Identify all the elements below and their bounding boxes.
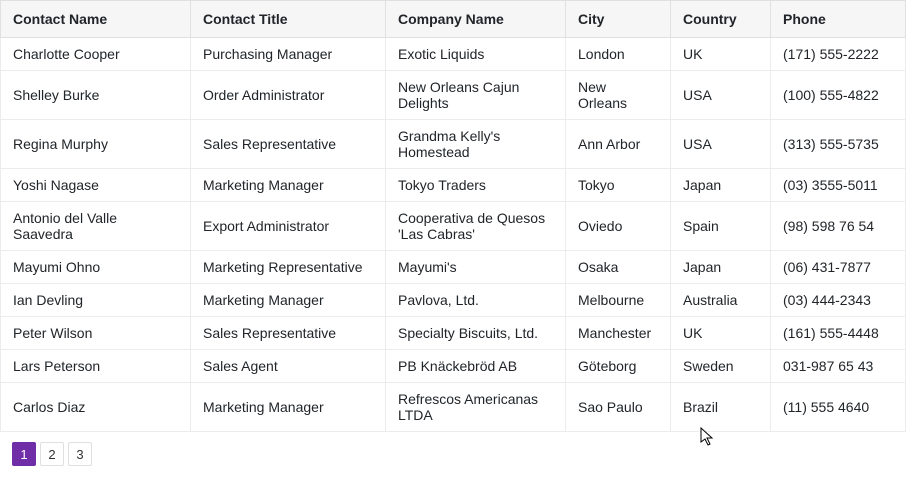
table-row[interactable]: Regina MurphySales RepresentativeGrandma… — [1, 120, 906, 169]
cell-country: USA — [671, 120, 771, 169]
table-row[interactable]: Yoshi NagaseMarketing ManagerTokyo Trade… — [1, 169, 906, 202]
column-header-phone[interactable]: Phone — [771, 1, 906, 38]
cell-country: Brazil — [671, 383, 771, 432]
cell-city: Sao Paulo — [566, 383, 671, 432]
cell-name: Regina Murphy — [1, 120, 191, 169]
contacts-table: Contact Name Contact Title Company Name … — [0, 0, 906, 432]
cell-country: UK — [671, 317, 771, 350]
cell-city: Oviedo — [566, 202, 671, 251]
cell-company: PB Knäckebröd AB — [386, 350, 566, 383]
table-row[interactable]: Carlos DiazMarketing ManagerRefrescos Am… — [1, 383, 906, 432]
cell-country: Japan — [671, 169, 771, 202]
page-button-2[interactable]: 2 — [40, 442, 64, 466]
cell-name: Yoshi Nagase — [1, 169, 191, 202]
table-row[interactable]: Ian DevlingMarketing ManagerPavlova, Ltd… — [1, 284, 906, 317]
cell-phone: (100) 555-4822 — [771, 71, 906, 120]
cell-title: Export Administrator — [191, 202, 386, 251]
table-row[interactable]: Lars PetersonSales AgentPB Knäckebröd AB… — [1, 350, 906, 383]
cell-title: Purchasing Manager — [191, 38, 386, 71]
cell-company: Refrescos Americanas LTDA — [386, 383, 566, 432]
column-header-city[interactable]: City — [566, 1, 671, 38]
page-button-1[interactable]: 1 — [12, 442, 36, 466]
table-row[interactable]: Peter WilsonSales RepresentativeSpecialt… — [1, 317, 906, 350]
cell-phone: (11) 555 4640 — [771, 383, 906, 432]
column-header-title[interactable]: Contact Title — [191, 1, 386, 38]
cell-city: Osaka — [566, 251, 671, 284]
cell-title: Sales Agent — [191, 350, 386, 383]
cell-city: New Orleans — [566, 71, 671, 120]
cell-country: Australia — [671, 284, 771, 317]
cell-name: Antonio del Valle Saavedra — [1, 202, 191, 251]
cell-name: Ian Devling — [1, 284, 191, 317]
cell-company: Exotic Liquids — [386, 38, 566, 71]
column-header-country[interactable]: Country — [671, 1, 771, 38]
cell-company: New Orleans Cajun Delights — [386, 71, 566, 120]
table-row[interactable]: Mayumi OhnoMarketing RepresentativeMayum… — [1, 251, 906, 284]
column-header-company[interactable]: Company Name — [386, 1, 566, 38]
column-header-name[interactable]: Contact Name — [1, 1, 191, 38]
cell-name: Peter Wilson — [1, 317, 191, 350]
cell-name: Mayumi Ohno — [1, 251, 191, 284]
table-header: Contact Name Contact Title Company Name … — [1, 1, 906, 38]
cell-company: Tokyo Traders — [386, 169, 566, 202]
cell-title: Sales Representative — [191, 120, 386, 169]
cell-phone: 031-987 65 43 — [771, 350, 906, 383]
cell-phone: (161) 555-4448 — [771, 317, 906, 350]
cell-title: Marketing Manager — [191, 284, 386, 317]
cell-country: Japan — [671, 251, 771, 284]
cell-title: Order Administrator — [191, 71, 386, 120]
table-body: Charlotte CooperPurchasing ManagerExotic… — [1, 38, 906, 432]
table-row[interactable]: Charlotte CooperPurchasing ManagerExotic… — [1, 38, 906, 71]
cell-name: Shelley Burke — [1, 71, 191, 120]
cell-company: Mayumi's — [386, 251, 566, 284]
cell-title: Marketing Manager — [191, 169, 386, 202]
cell-phone: (03) 3555-5011 — [771, 169, 906, 202]
cell-country: USA — [671, 71, 771, 120]
cell-name: Carlos Diaz — [1, 383, 191, 432]
cell-city: Ann Arbor — [566, 120, 671, 169]
cell-city: Tokyo — [566, 169, 671, 202]
cell-name: Lars Peterson — [1, 350, 191, 383]
cell-title: Marketing Manager — [191, 383, 386, 432]
cell-phone: (03) 444-2343 — [771, 284, 906, 317]
cell-phone: (06) 431-7877 — [771, 251, 906, 284]
cell-phone: (313) 555-5735 — [771, 120, 906, 169]
table-row[interactable]: Shelley BurkeOrder AdministratorNew Orle… — [1, 71, 906, 120]
cell-city: Manchester — [566, 317, 671, 350]
cell-title: Sales Representative — [191, 317, 386, 350]
cell-city: London — [566, 38, 671, 71]
page-button-3[interactable]: 3 — [68, 442, 92, 466]
cell-country: Sweden — [671, 350, 771, 383]
cell-phone: (171) 555-2222 — [771, 38, 906, 71]
cell-company: Cooperativa de Quesos 'Las Cabras' — [386, 202, 566, 251]
cell-company: Pavlova, Ltd. — [386, 284, 566, 317]
cell-phone: (98) 598 76 54 — [771, 202, 906, 251]
cell-city: Melbourne — [566, 284, 671, 317]
cell-title: Marketing Representative — [191, 251, 386, 284]
table-row[interactable]: Antonio del Valle SaavedraExport Adminis… — [1, 202, 906, 251]
pagination: 123 — [0, 432, 906, 476]
cell-name: Charlotte Cooper — [1, 38, 191, 71]
cell-company: Specialty Biscuits, Ltd. — [386, 317, 566, 350]
cell-country: UK — [671, 38, 771, 71]
cell-city: Göteborg — [566, 350, 671, 383]
cell-country: Spain — [671, 202, 771, 251]
cell-company: Grandma Kelly's Homestead — [386, 120, 566, 169]
